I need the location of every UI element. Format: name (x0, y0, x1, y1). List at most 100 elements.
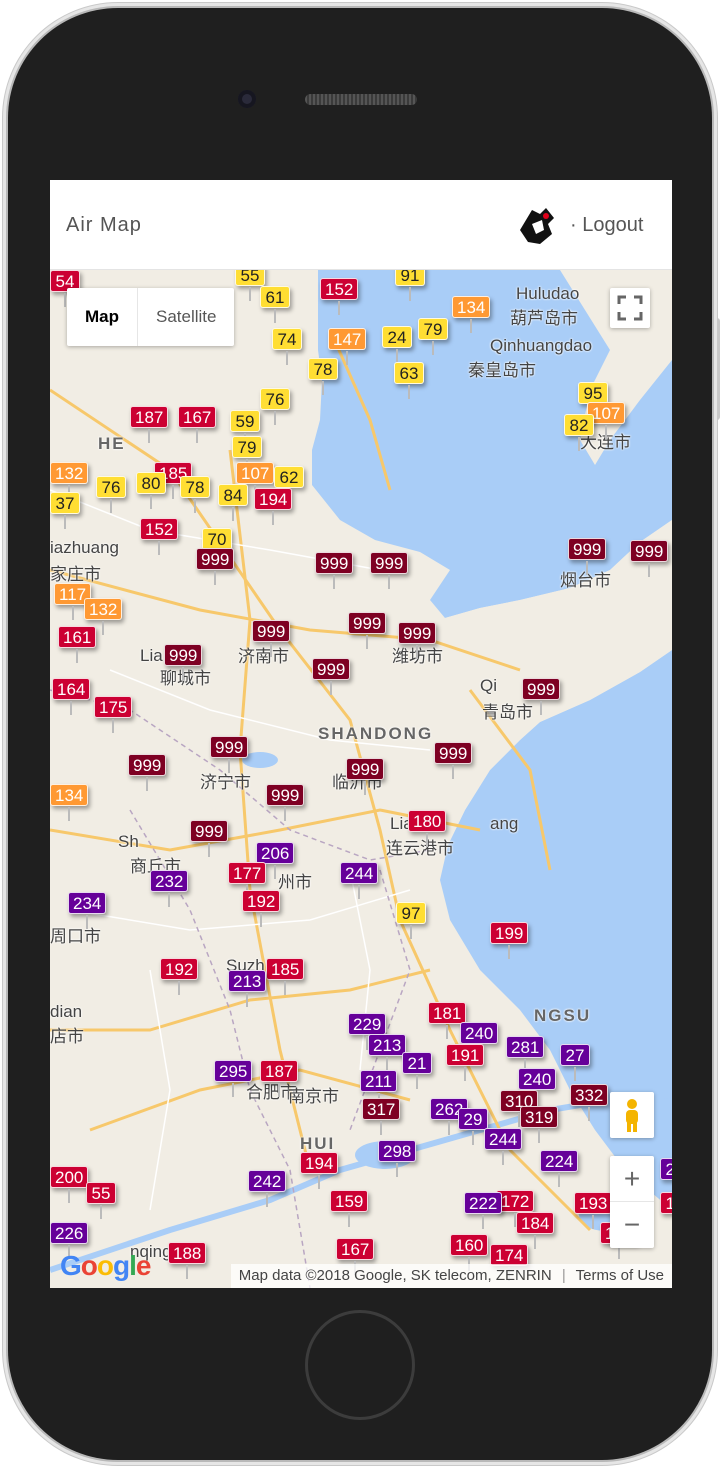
aqi-marker[interactable]: 999 (266, 784, 305, 821)
aqi-marker[interactable]: 82 (564, 414, 594, 451)
air-quality-map[interactable]: Huludao 葫芦岛市 Qinhuangdao 秦皇岛市 iazhuang 家庄市 烟台市… (50, 270, 672, 1288)
aqi-marker[interactable]: 160 (450, 1234, 489, 1271)
aqi-marker[interactable]: 79 (232, 436, 262, 473)
aqi-marker[interactable]: 134 (452, 296, 491, 333)
aqi-marker[interactable]: 95 (578, 382, 608, 419)
aqi-marker[interactable]: 999 (346, 758, 385, 795)
aqi-marker[interactable]: 187 (260, 1060, 299, 1097)
aqi-marker[interactable]: 91 (395, 270, 425, 301)
aqi-marker[interactable]: 180 (408, 810, 447, 847)
aqi-marker[interactable]: 999 (210, 736, 249, 773)
aqi-marker[interactable]: 97 (396, 902, 426, 939)
aqi-marker[interactable]: 29 (458, 1108, 488, 1145)
aqi-marker[interactable]: 167 (336, 1238, 375, 1275)
aqi-marker[interactable]: 24 (382, 326, 412, 363)
aqi-marker[interactable]: 187 (130, 406, 169, 443)
map-type-map-button[interactable]: Map (67, 288, 138, 346)
aqi-marker[interactable]: 240 (518, 1068, 557, 1105)
aqi-marker[interactable]: 213 (228, 970, 267, 1007)
aqi-marker[interactable]: 234 (68, 892, 107, 929)
aqi-marker[interactable]: 132 (50, 462, 89, 499)
aqi-marker[interactable]: 192 (160, 958, 199, 995)
aqi-marker[interactable]: 188 (168, 1242, 207, 1279)
aqi-marker[interactable]: 211 (360, 1070, 398, 1107)
aqi-marker[interactable]: 27 (560, 1044, 590, 1081)
aqi-marker[interactable]: 192 (242, 890, 281, 927)
aqi-marker[interactable]: 174 (490, 1244, 529, 1281)
aqi-marker[interactable]: 161 (58, 626, 97, 663)
aqi-marker[interactable]: 999 (196, 548, 235, 585)
aqi-marker[interactable]: 61 (260, 286, 290, 323)
aqi-marker[interactable]: 191 (446, 1044, 485, 1081)
aqi-marker[interactable]: 999 (398, 622, 437, 659)
aqi-marker[interactable]: 999 (522, 678, 561, 715)
aqi-marker[interactable]: 159 (330, 1190, 369, 1227)
aqi-marker[interactable]: 59 (230, 410, 260, 447)
aqi-marker[interactable]: 147 (328, 328, 367, 365)
aqi-marker[interactable]: 76 (260, 388, 290, 425)
aqi-marker[interactable]: 244 (340, 862, 379, 899)
zoom-out-button[interactable]: − (610, 1202, 654, 1248)
aqi-marker[interactable]: 107 (236, 462, 275, 499)
aqi-marker[interactable]: 319 (520, 1106, 559, 1143)
aqi-marker[interactable]: 213 (368, 1034, 407, 1071)
google-logo[interactable]: Google (60, 1250, 151, 1282)
aqi-marker[interactable]: 240 (460, 1022, 499, 1059)
aqi-marker[interactable]: 132 (84, 598, 123, 635)
aqi-marker[interactable]: 226 (50, 1222, 89, 1259)
aqi-marker[interactable]: 229 (348, 1013, 387, 1050)
terms-of-use-link[interactable]: Terms of Use (576, 1267, 664, 1284)
aqi-marker[interactable]: 177 (228, 862, 267, 899)
aqi-marker[interactable]: 206 (256, 842, 295, 879)
aqi-marker[interactable]: 184 (516, 1212, 555, 1249)
aqi-marker[interactable]: 76 (96, 476, 126, 513)
aqi-marker[interactable]: 194 (254, 488, 293, 525)
aqi-marker[interactable]: 79 (418, 318, 448, 355)
aqi-marker[interactable]: 167 (178, 406, 217, 443)
aqi-marker[interactable]: 134 (50, 784, 89, 821)
aqi-marker[interactable]: 232 (150, 870, 189, 907)
aqi-marker[interactable]: 164 (52, 678, 91, 715)
aqi-marker[interactable]: 80 (136, 472, 166, 509)
user-avatar-icon[interactable] (510, 200, 562, 252)
aqi-marker[interactable]: 152 (140, 518, 179, 555)
aqi-marker[interactable]: 317 (362, 1098, 401, 1135)
aqi-marker[interactable]: 181 (428, 1002, 467, 1039)
aqi-marker[interactable]: 224 (540, 1150, 579, 1187)
aqi-marker[interactable]: 999 (434, 742, 473, 779)
aqi-marker[interactable]: 999 (164, 644, 203, 681)
aqi-marker[interactable]: 20 (660, 1158, 672, 1180)
aqi-marker[interactable]: 175 (94, 696, 133, 733)
aqi-marker[interactable]: 78 (308, 358, 338, 395)
aqi-marker[interactable]: 200 (50, 1166, 89, 1203)
aqi-marker[interactable]: 999 (568, 538, 607, 575)
aqi-marker[interactable]: 37 (50, 492, 80, 529)
aqi-marker[interactable]: 295 (214, 1060, 253, 1097)
aqi-marker[interactable]: 281 (506, 1036, 545, 1073)
aqi-marker[interactable]: 55 (86, 1182, 116, 1219)
aqi-marker[interactable]: 999 (348, 612, 387, 649)
aqi-marker[interactable]: 63 (394, 362, 424, 399)
aqi-marker[interactable]: 21 (402, 1052, 432, 1089)
logout-link[interactable]: · Logout (570, 214, 643, 237)
aqi-marker[interactable]: 999 (630, 540, 669, 577)
fullscreen-icon[interactable] (610, 288, 650, 328)
aqi-marker[interactable]: 999 (128, 754, 167, 791)
aqi-marker[interactable]: 999 (315, 552, 354, 589)
street-view-pegman-icon[interactable] (610, 1092, 654, 1138)
aqi-marker[interactable]: 242 (248, 1170, 287, 1207)
aqi-marker[interactable]: 55 (235, 270, 265, 301)
aqi-marker[interactable]: 194 (300, 1152, 339, 1189)
aqi-marker[interactable]: 74 (272, 328, 302, 365)
aqi-marker[interactable]: 15 (660, 1192, 672, 1214)
aqi-marker[interactable]: 70 (202, 528, 232, 565)
aqi-marker[interactable]: 84 (218, 484, 248, 521)
map-type-satellite-button[interactable]: Satellite (138, 288, 234, 346)
aqi-marker[interactable]: 999 (370, 552, 409, 589)
aqi-marker[interactable]: 78 (180, 476, 210, 513)
aqi-marker[interactable]: 62 (274, 466, 304, 503)
aqi-marker[interactable]: 152 (320, 278, 359, 315)
aqi-marker[interactable]: 298 (378, 1140, 417, 1177)
aqi-marker[interactable]: 185 (266, 958, 305, 995)
aqi-marker[interactable]: 999 (312, 658, 351, 695)
